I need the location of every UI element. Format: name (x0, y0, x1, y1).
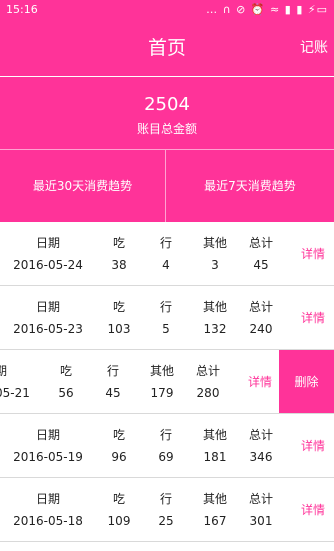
eat-header: 吃 (112, 492, 125, 506)
list-item[interactable]: 日期 2016-05-24 吃 38 行 4 其他 3 总计 45 详情 (0, 222, 334, 286)
details-button[interactable]: 详情 (298, 414, 328, 477)
list-item[interactable]: 日期 2016-05-18 吃 109 行 25 其他 167 总计 301 详… (0, 478, 334, 542)
eat-value: 96 (111, 450, 127, 464)
details-button[interactable]: 详情 (298, 286, 328, 349)
other-header: 其他 (202, 300, 227, 314)
total-value: 346 (249, 450, 273, 464)
record-button[interactable]: 记账 (282, 20, 328, 76)
trend-7-days-button[interactable]: 最近7天消费趋势 (166, 150, 334, 222)
eat-header: 吃 (59, 364, 72, 378)
go-header: 行 (159, 428, 172, 442)
go-value: 69 (158, 450, 174, 464)
go-value: 4 (162, 258, 170, 272)
total-value: 45 (253, 258, 269, 272)
summary-panel: 2504 账目总金额 (0, 77, 334, 149)
date-value: 2016-05-18 (13, 514, 83, 528)
swiped-content: 日期 2016-05-21 吃 56 行 45 其他 179 总计 280 (0, 350, 281, 413)
other-header: 其他 (202, 428, 227, 442)
details-button[interactable]: 详情 (298, 222, 328, 285)
list-item[interactable]: 日期 2016-05-23 吃 103 行 5 其他 132 总计 240 详情 (0, 286, 334, 350)
status-bar: 15:16 … ∩ ⊘ ⏰ ≈ ▮ ▮ ⚡▭ (0, 0, 334, 20)
expense-list: 日期 2016-05-24 吃 38 行 4 其他 3 总计 45 详情 日期 … (0, 222, 334, 551)
other-value: 132 (203, 322, 227, 336)
go-header: 行 (159, 236, 172, 250)
status-time: 15:16 (6, 3, 38, 16)
date-value: 2016-05-21 (0, 386, 30, 400)
eat-value: 56 (58, 386, 74, 400)
total-value: 280 (196, 386, 220, 400)
date-value: 2016-05-24 (13, 258, 83, 272)
other-value: 181 (203, 450, 227, 464)
total-header: 总计 (248, 300, 273, 314)
date-header: 日期 (35, 492, 60, 506)
total-amount-label: 账目总金额 (136, 122, 197, 136)
other-header: 其他 (202, 236, 227, 250)
eat-value: 103 (107, 322, 131, 336)
eat-value: 38 (111, 258, 127, 272)
go-header: 行 (159, 300, 172, 314)
details-button[interactable]: 详情 (298, 478, 328, 541)
total-value: 240 (249, 322, 273, 336)
go-value: 45 (105, 386, 121, 400)
go-header: 行 (106, 364, 119, 378)
total-amount: 2504 (144, 94, 190, 115)
total-header: 总计 (248, 428, 273, 442)
eat-header: 吃 (112, 428, 125, 442)
status-icons: … ∩ ⊘ ⏰ ≈ ▮ ▮ ⚡▭ (206, 3, 328, 16)
total-header: 总计 (248, 492, 273, 506)
go-header: 行 (159, 492, 172, 506)
app-bar: 首页 记账 (0, 20, 334, 76)
other-header: 其他 (202, 492, 227, 506)
date-header: 日期 (35, 300, 60, 314)
other-header: 其他 (149, 364, 174, 378)
total-value: 301 (249, 514, 273, 528)
eat-value: 109 (107, 514, 131, 528)
date-header: 日期 (35, 236, 60, 250)
delete-button[interactable]: 删除 (279, 350, 334, 413)
date-header: 日期 (35, 428, 60, 442)
trend-30-days-button[interactable]: 最近30天消费趋势 (0, 150, 166, 222)
other-value: 167 (203, 514, 227, 528)
date-value: 2016-05-19 (13, 450, 83, 464)
list-item[interactable]: 日期 2016-05-19 吃 96 行 69 其他 181 总计 346 详情 (0, 414, 334, 478)
list-item[interactable]: 日期 2016-05-21 吃 56 行 45 其他 179 总计 280 (0, 350, 334, 414)
go-value: 5 (162, 322, 170, 336)
eat-header: 吃 (112, 236, 125, 250)
trend-buttons: 最近30天消费趋势 最近7天消费趋势 (0, 149, 334, 222)
total-header: 总计 (195, 364, 220, 378)
go-value: 25 (158, 514, 174, 528)
other-value: 3 (211, 258, 219, 272)
date-header: 日期 (0, 362, 38, 379)
date-value: 2016-05-23 (13, 322, 83, 336)
eat-header: 吃 (112, 300, 125, 314)
details-button[interactable]: 详情 (245, 350, 275, 413)
other-value: 179 (150, 386, 174, 400)
app-screen: 15:16 … ∩ ⊘ ⏰ ≈ ▮ ▮ ⚡▭ 首页 记账 2504 账目总金额 … (0, 0, 334, 551)
total-header: 总计 (248, 236, 273, 250)
